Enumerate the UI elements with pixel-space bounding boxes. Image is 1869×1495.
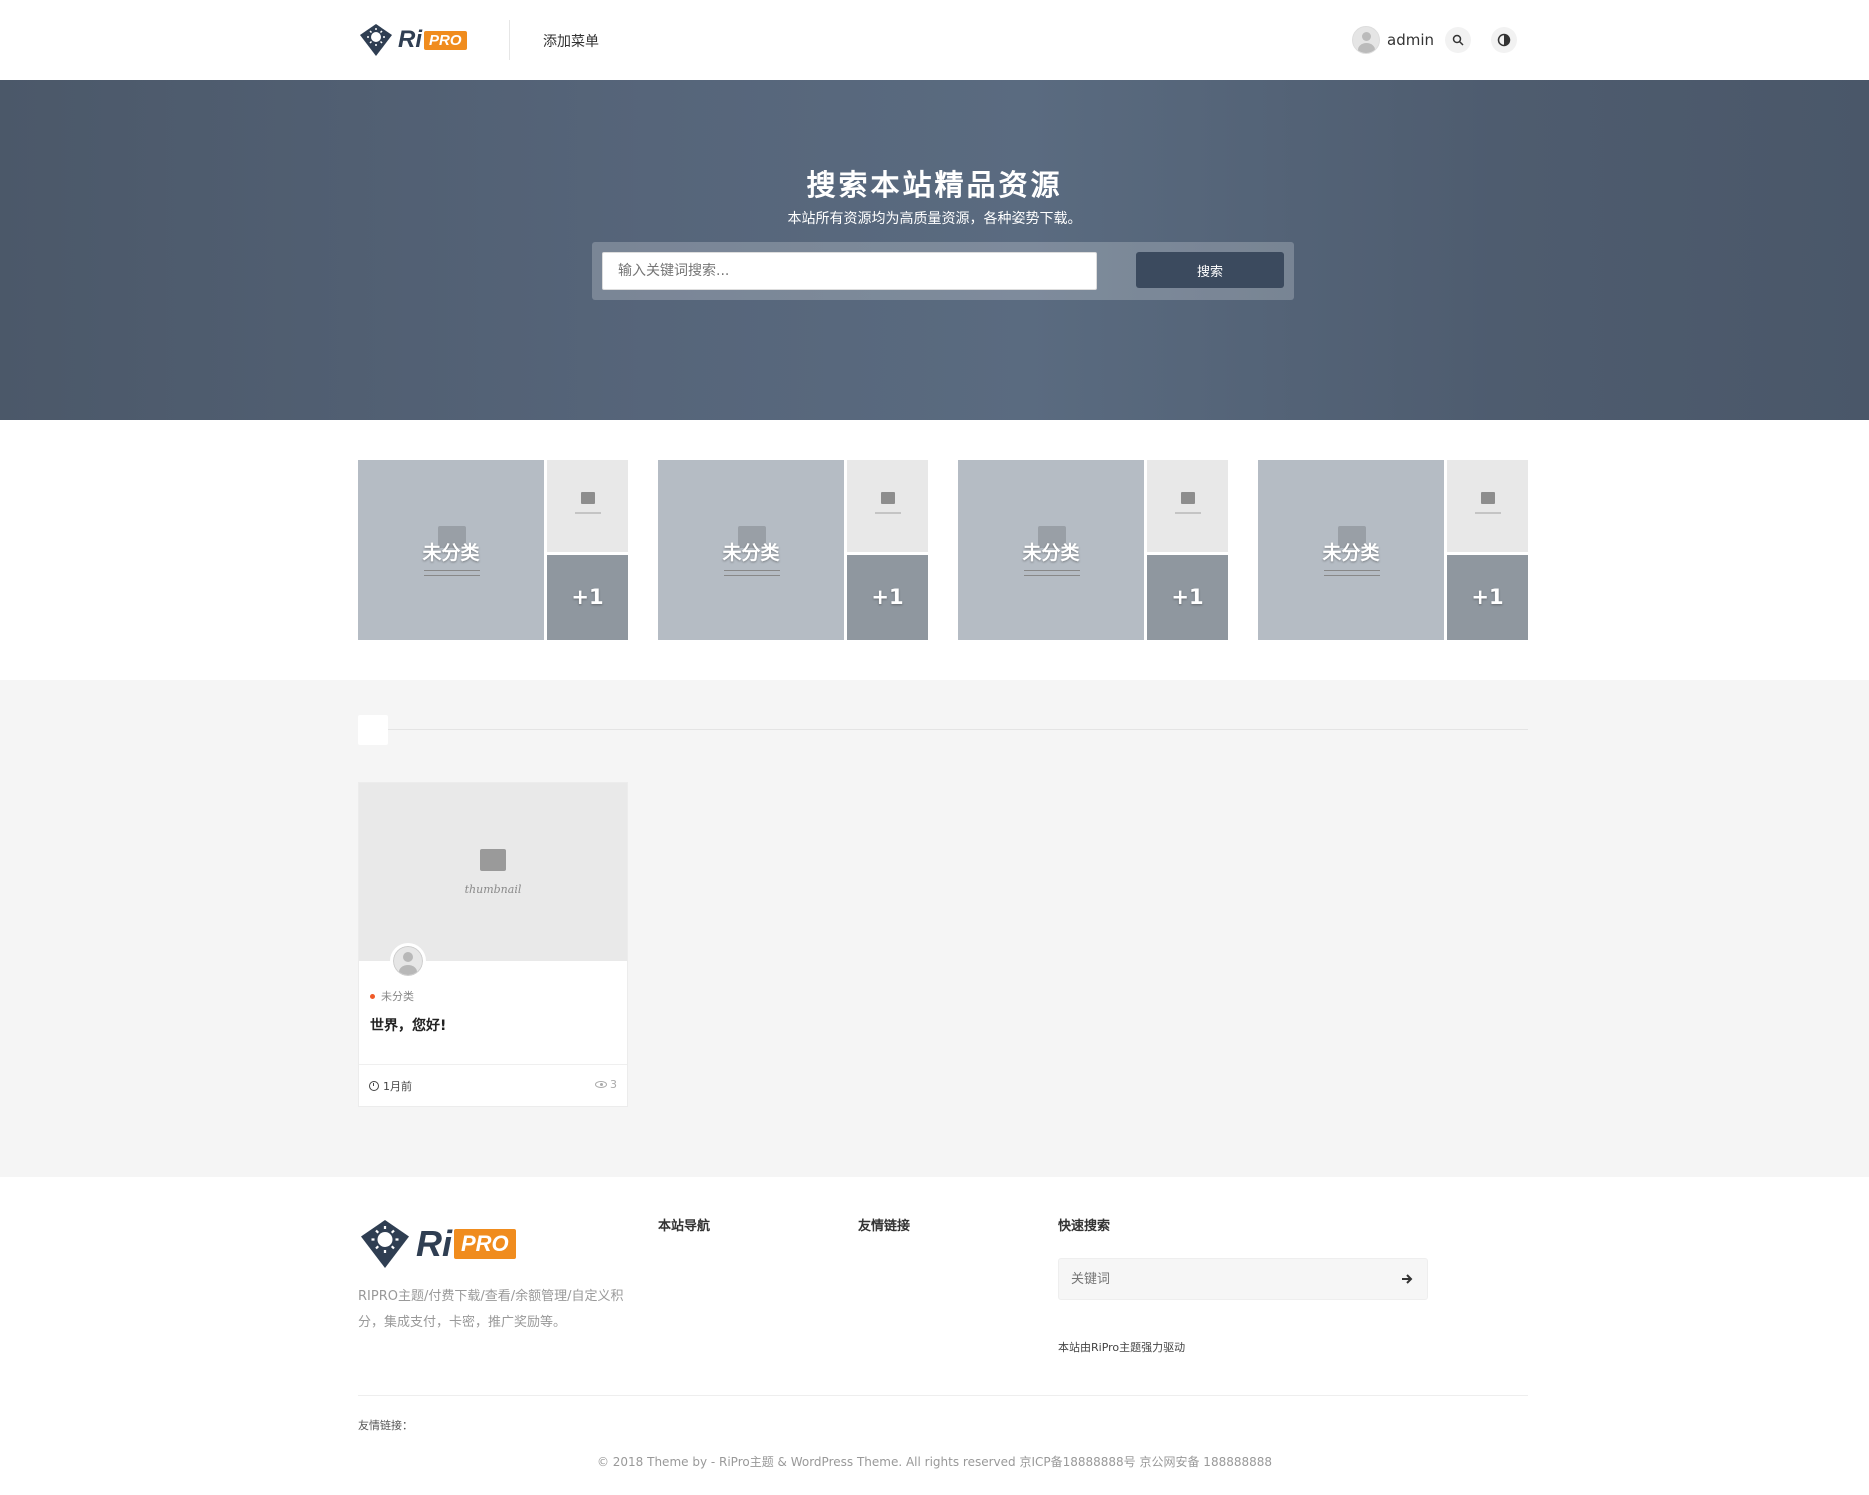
eye-icon <box>595 1081 607 1088</box>
footer-powered-by: 本站由RiPro主题强力驱动 <box>1058 1341 1186 1354</box>
logo-gem-icon <box>360 24 392 56</box>
header-divider <box>509 20 510 60</box>
nav-item-add-menu[interactable]: 添加菜单 <box>543 31 599 51</box>
category-thumbnail <box>1147 460 1228 552</box>
site-footer: Ri PRO RIPRO主题/付费下载/查看/余额管理/自定义积分，集成支付，卡… <box>0 1177 1869 1495</box>
category-cover: 未分类 <box>358 460 544 640</box>
post-date-text: 1月前 <box>383 1080 412 1093</box>
category-thumbnail <box>547 460 628 552</box>
category-section: 未分类 +1 未分类 +1 未分类 +1 未分类 +1 <box>0 420 1869 680</box>
theme-toggle-icon <box>1497 33 1511 47</box>
hero-banner: 搜索本站精品资源 本站所有资源均为高质量资源，各种姿势下载。 搜索 <box>0 80 1869 420</box>
category-name: 未分类 <box>1022 542 1080 564</box>
footer-col-nav-title: 本站导航 <box>658 1219 711 1234</box>
category-dot-icon <box>370 993 375 999</box>
post-meta: 1月前 3 <box>359 1064 627 1106</box>
footer-search-input[interactable] <box>1059 1259 1379 1299</box>
author-avatar[interactable] <box>390 943 426 979</box>
category-card[interactable]: 未分类 +1 <box>358 460 628 640</box>
logo-gem-icon <box>361 1220 409 1268</box>
category-count: +1 <box>847 555 928 640</box>
hero-search-button[interactable]: 搜索 <box>1136 252 1284 288</box>
thumbnail-label: thumbnail <box>464 883 522 896</box>
search-button[interactable] <box>1445 27 1471 53</box>
footer-col-search-title: 快速搜索 <box>1058 1219 1111 1234</box>
footer-friend-links-label: 友情链接： <box>358 1419 413 1432</box>
category-name: 未分类 <box>1322 542 1380 564</box>
category-cover: 未分类 <box>1258 460 1444 640</box>
image-icon <box>1481 492 1495 504</box>
post-card[interactable]: thumbnail 未分类 世界，您好! 1月前 3 <box>358 782 628 1107</box>
footer-search-box <box>1058 1258 1428 1300</box>
arrow-right-icon <box>1402 1274 1413 1284</box>
site-logo[interactable]: Ri PRO <box>358 22 467 58</box>
footer-copyright: © 2018 Theme by - RiPro主题 & WordPress Th… <box>596 1455 1273 1469</box>
theme-toggle-button[interactable] <box>1491 27 1517 53</box>
category-thumbnail <box>1447 460 1528 552</box>
post-views: 3 <box>595 1078 617 1091</box>
category-name: 未分类 <box>722 542 780 564</box>
hero-search-box: 搜索 <box>592 242 1294 300</box>
category-count: +1 <box>1447 555 1528 640</box>
category-count: +1 <box>547 555 628 640</box>
category-cover: 未分类 <box>658 460 844 640</box>
image-icon <box>581 492 595 504</box>
image-icon <box>881 492 895 504</box>
hero-title: 搜索本站精品资源 <box>806 168 1063 202</box>
user-avatar-icon <box>1352 26 1380 54</box>
category-card[interactable]: 未分类 +1 <box>1258 460 1528 640</box>
clock-icon <box>369 1081 379 1091</box>
post-category[interactable]: 未分类 <box>370 988 414 1004</box>
image-icon <box>1181 492 1195 504</box>
user-name: admin <box>1387 31 1434 49</box>
category-name: 未分类 <box>422 542 480 564</box>
section-divider <box>388 729 1528 730</box>
post-category-label: 未分类 <box>381 990 414 1003</box>
post-title[interactable]: 世界，您好! <box>370 1015 446 1035</box>
posts-section: thumbnail 未分类 世界，您好! 1月前 3 <box>0 680 1869 1177</box>
user-menu[interactable]: admin <box>1352 26 1434 54</box>
footer-logo[interactable]: Ri PRO <box>358 1217 516 1271</box>
search-icon <box>1452 34 1464 46</box>
post-date: 1月前 <box>369 1078 412 1094</box>
hero-search-input[interactable] <box>602 252 1097 290</box>
logo-text-ri: Ri <box>398 26 422 53</box>
category-card[interactable]: 未分类 +1 <box>958 460 1228 640</box>
category-card[interactable]: 未分类 +1 <box>658 460 928 640</box>
logo-text-pro: PRO <box>424 30 467 50</box>
category-count: +1 <box>1147 555 1228 640</box>
footer-description: RIPRO主题/付费下载/查看/余额管理/自定义积分，集成支付，卡密，推广奖励等… <box>358 1289 624 1330</box>
logo-text-pro: PRO <box>454 1229 516 1259</box>
post-views-count: 3 <box>610 1078 617 1091</box>
user-avatar-icon <box>393 946 423 976</box>
hero-subtitle: 本站所有资源均为高质量资源，各种姿势下载。 <box>787 211 1082 227</box>
category-thumbnail <box>847 460 928 552</box>
category-cover: 未分类 <box>958 460 1144 640</box>
logo-text-ri: Ri <box>416 1223 452 1264</box>
section-tab[interactable] <box>358 715 388 745</box>
footer-divider <box>358 1395 1528 1396</box>
site-header: Ri PRO 添加菜单 admin <box>0 0 1869 80</box>
footer-search-button[interactable] <box>1397 1269 1417 1289</box>
footer-col-links-title: 友情链接 <box>858 1219 911 1234</box>
image-icon <box>480 849 506 871</box>
post-thumbnail[interactable]: thumbnail <box>359 783 627 961</box>
